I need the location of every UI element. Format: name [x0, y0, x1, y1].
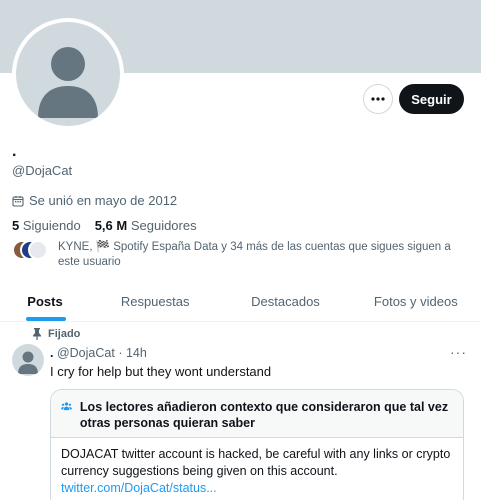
followers-link[interactable]: 5,6 M Seguidores — [95, 218, 197, 233]
tweet-separator: · — [118, 346, 123, 360]
tab-label: Destacados — [251, 294, 320, 309]
community-note-title: Los lectores añadieron contexto que cons… — [79, 400, 449, 430]
follow-button[interactable]: Seguir — [399, 84, 464, 114]
community-note-link[interactable]: twitter.com/DojaCat/status... — [61, 480, 453, 497]
tweet-time[interactable]: 14h — [126, 346, 147, 360]
following-label: Siguiendo — [22, 218, 81, 233]
community-note-body: DOJACAT twitter account is hacked, be ca… — [51, 438, 463, 500]
follow-stats: 5 Siguiendo 5,6 M Seguidores — [12, 218, 197, 233]
default-avatar-icon — [16, 22, 120, 126]
tab-posts[interactable]: Posts — [0, 282, 90, 321]
tab-label: Fotos y videos — [373, 294, 458, 309]
tweet-header: . @DojaCat · 14h — [50, 346, 147, 360]
pinned-indicator: Fijado — [32, 328, 80, 340]
default-avatar-icon — [18, 351, 38, 374]
community-note-text: DOJACAT twitter account is hacked, be ca… — [61, 447, 451, 478]
community-note-header: Los lectores añadieron contexto que cons… — [51, 390, 463, 438]
tweet-more-icon[interactable]: ··· — [450, 344, 467, 360]
followers-label: Seguidores — [130, 218, 197, 233]
followed-by-text: KYNE, 🏁 Spotify España Data y 34 más de … — [58, 241, 451, 268]
community-note: Los lectores añadieron contexto que cons… — [50, 389, 464, 500]
profile-tabs: Posts Respuestas Destacados Fotos y vide… — [0, 282, 481, 322]
active-tab-indicator — [26, 317, 66, 321]
following-link[interactable]: 5 Siguiendo — [12, 218, 81, 233]
pin-icon — [33, 328, 41, 340]
tweet-avatar[interactable] — [12, 344, 44, 376]
joined-date: Se unió en mayo de 2012 — [12, 193, 177, 208]
followers-you-know[interactable]: KYNE, 🏁 Spotify España Data y 34 más de … — [12, 240, 472, 270]
following-count: 5 — [12, 218, 20, 233]
mutual-avatars — [12, 240, 48, 260]
tweet-author-handle[interactable]: @DojaCat — [57, 346, 115, 360]
pinned-label: Fijado — [48, 328, 81, 340]
profile-handle: @DojaCat — [12, 163, 73, 178]
tab-highlights[interactable]: Destacados — [220, 282, 350, 321]
ellipsis-icon — [371, 97, 385, 101]
tab-replies[interactable]: Respuestas — [90, 282, 220, 321]
display-name: . — [12, 143, 17, 160]
profile-avatar[interactable] — [12, 18, 124, 130]
followers-count: 5,6 M — [94, 218, 128, 233]
more-options-button[interactable] — [363, 84, 393, 114]
tweet-text: I cry for help but they wont understand — [50, 364, 272, 379]
calendar-icon — [12, 195, 24, 207]
tweet-author-name[interactable]: . — [50, 346, 53, 360]
joined-text: Se unió en mayo de 2012 — [29, 193, 178, 208]
tab-label: Respuestas — [120, 294, 190, 309]
mutual-avatar — [28, 240, 48, 260]
people-icon — [61, 402, 72, 411]
tab-label: Posts — [27, 294, 63, 309]
tab-media[interactable]: Fotos y videos — [351, 282, 481, 321]
